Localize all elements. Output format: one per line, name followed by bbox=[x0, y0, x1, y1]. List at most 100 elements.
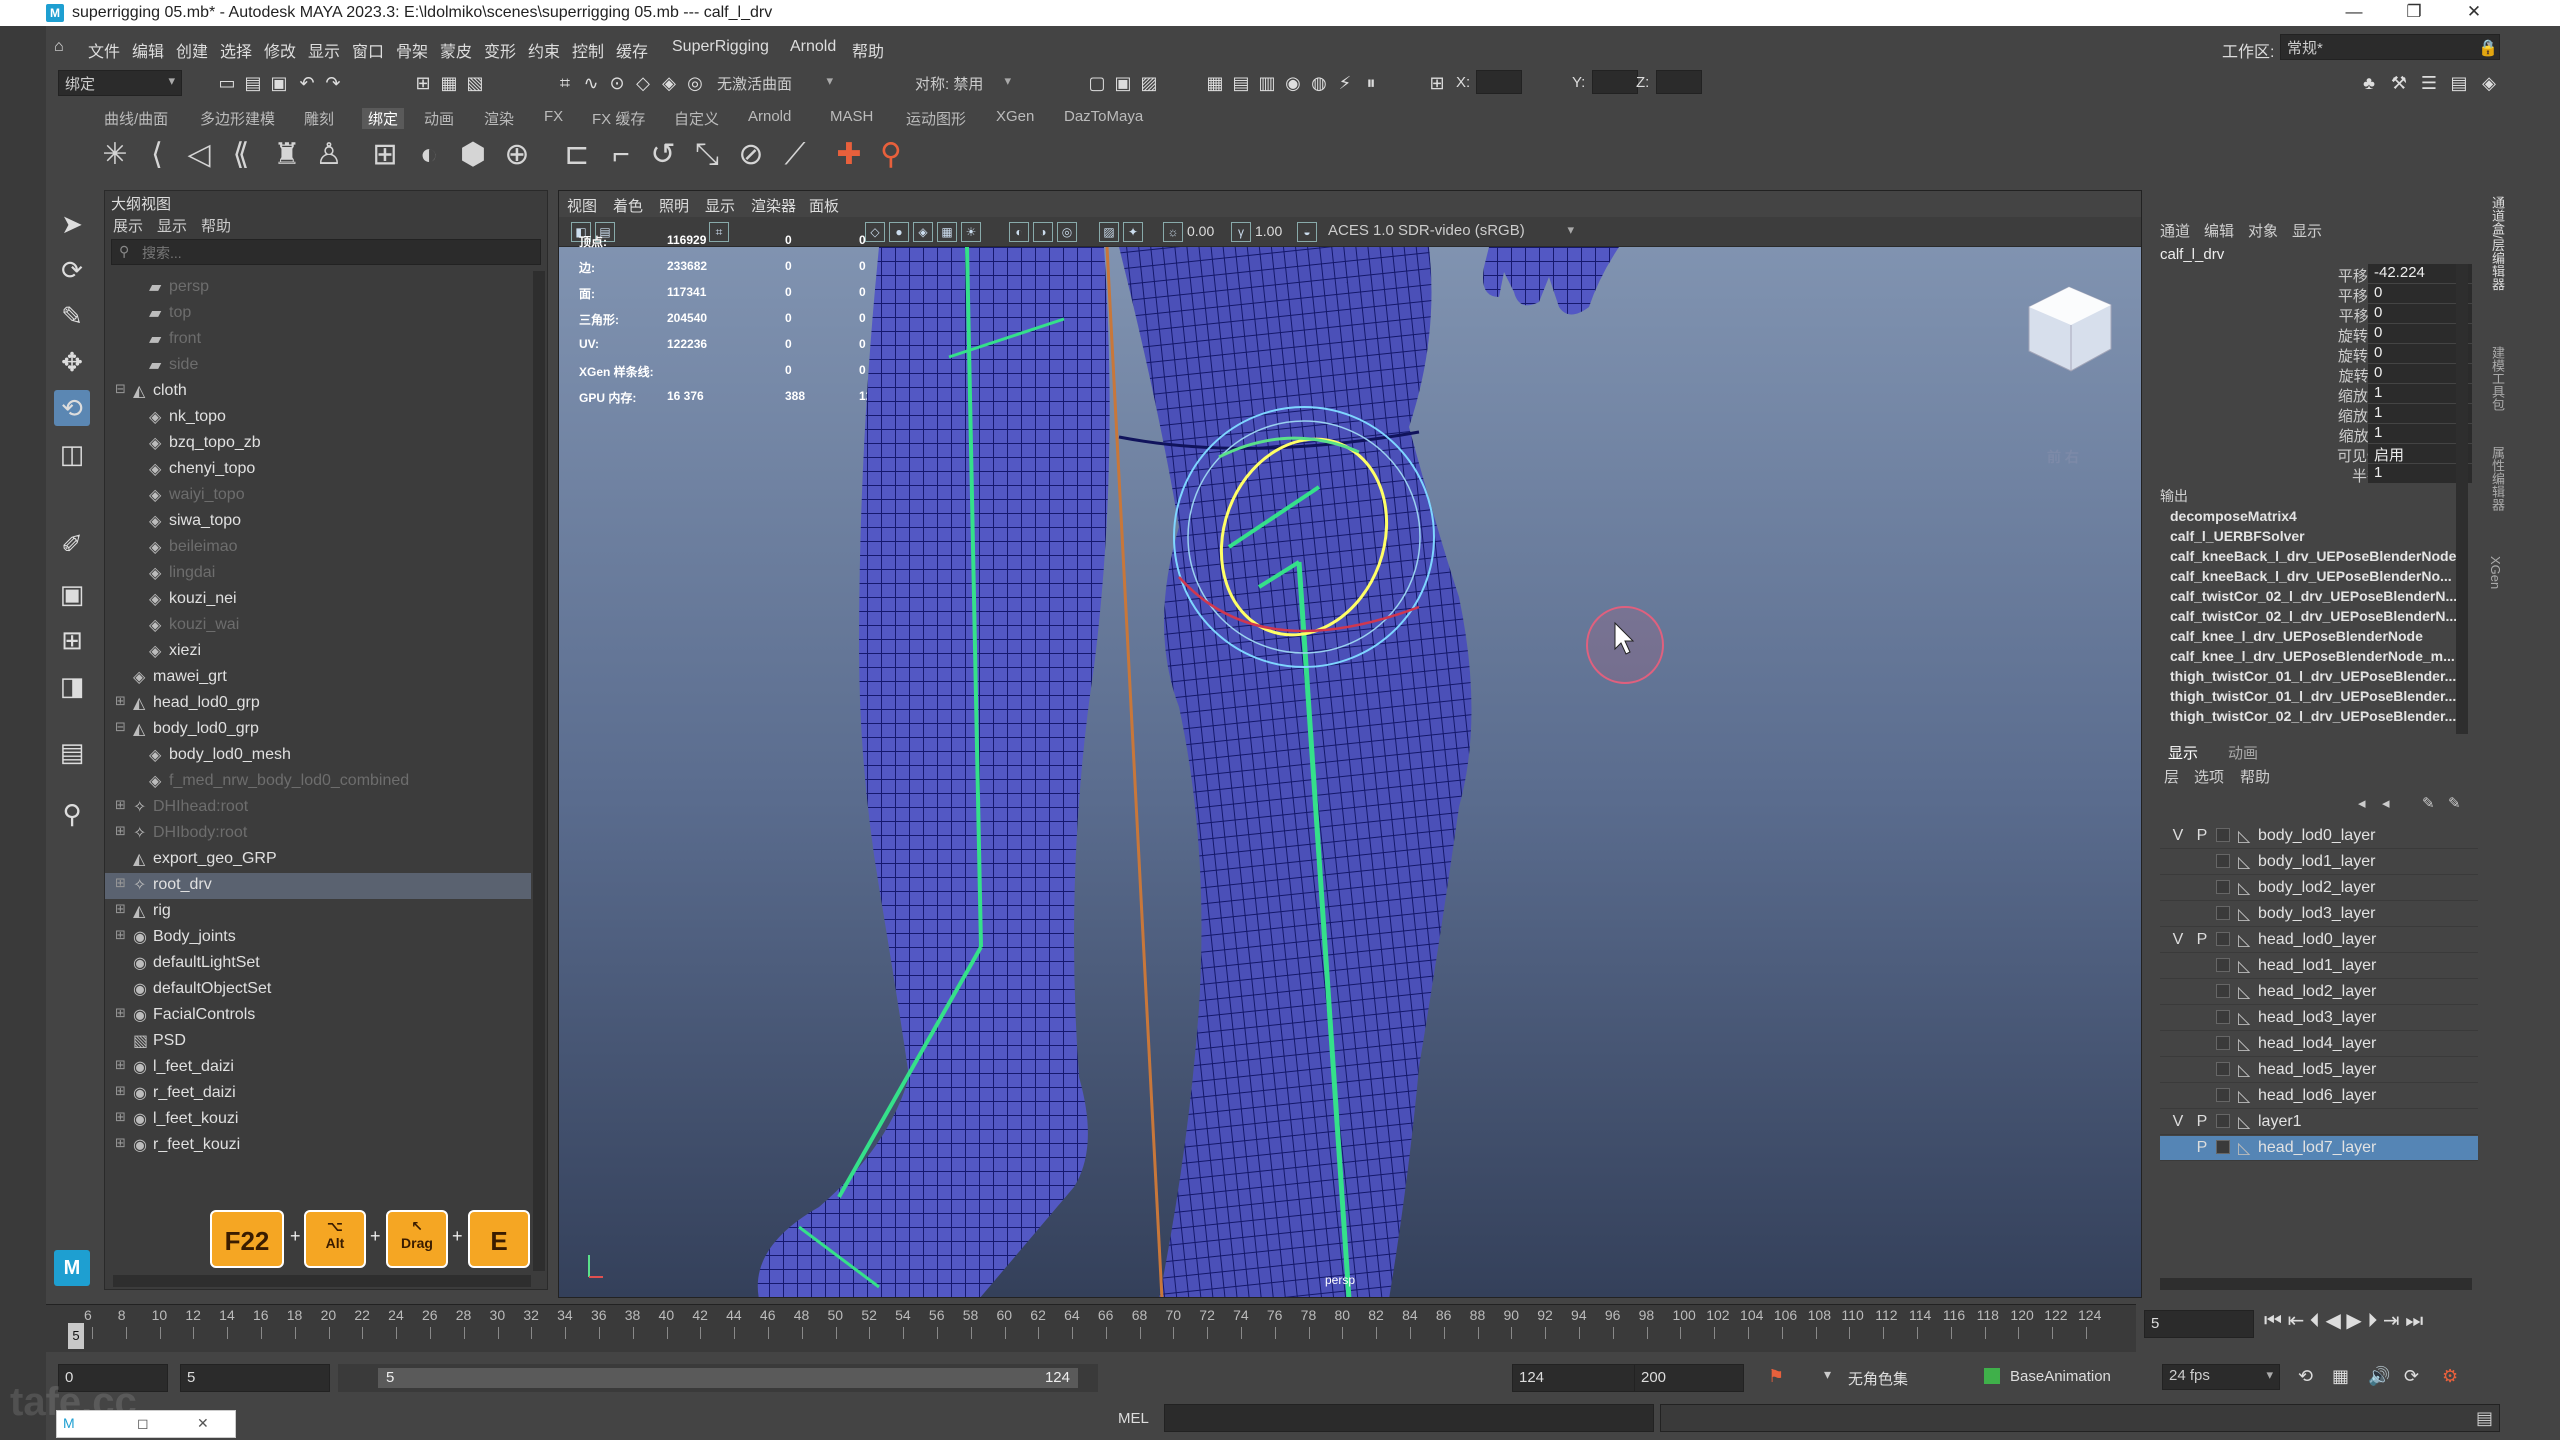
minimized-restore-icon[interactable]: ◻ bbox=[137, 1415, 149, 1432]
menu-cache[interactable]: 缓存 bbox=[616, 38, 648, 62]
loop-icon[interactable]: ⟲ bbox=[2298, 1366, 2313, 1387]
new-layer-icon[interactable]: ✎ bbox=[2422, 794, 2435, 812]
menu-deform[interactable]: 变形 bbox=[484, 38, 516, 62]
cb-output-node[interactable]: calf_knee_l_drv_UEPoseBlenderNode_m... bbox=[2170, 648, 2455, 664]
shelf-tab-sculpt[interactable]: 雕刻 bbox=[304, 108, 334, 129]
outliner-row[interactable]: ◈ nk_topo bbox=[105, 405, 531, 431]
layer-visibility-toggle[interactable]: V bbox=[2170, 931, 2186, 949]
view-cube[interactable] bbox=[2028, 286, 2112, 372]
outliner-row[interactable]: ▰ top bbox=[105, 301, 531, 327]
render-settings-icon[interactable]: ▥ bbox=[1256, 72, 1278, 94]
command-input[interactable] bbox=[1164, 1404, 1654, 1432]
z-field[interactable] bbox=[1656, 70, 1702, 94]
paint-weights-icon[interactable]: ◐ bbox=[410, 136, 448, 174]
cb-attribute-row[interactable]: 平移 Y0 bbox=[2152, 284, 2478, 305]
outliner-row[interactable]: ▰ front bbox=[105, 327, 531, 353]
cb-output-node[interactable]: decomposeMatrix4 bbox=[2170, 508, 2297, 524]
aim-constraint-icon[interactable]: ⊘ bbox=[732, 136, 770, 174]
animation-end-field[interactable]: 200 bbox=[1634, 1364, 1744, 1392]
outliner-scrollbar[interactable] bbox=[533, 271, 545, 1271]
menu-display[interactable]: 显示 bbox=[308, 38, 340, 62]
joint-tool-icon[interactable]: ✳ bbox=[96, 136, 134, 174]
outliner-row[interactable]: ⊞ ◉ r_feet_kouzi bbox=[105, 1133, 531, 1159]
anim-prefs-icon[interactable]: ⟳ bbox=[2404, 1366, 2419, 1387]
undo-icon[interactable]: ↶ bbox=[296, 72, 318, 94]
play-forward-icon[interactable]: ▶ bbox=[2346, 1310, 2361, 1332]
outliner-row[interactable]: ⊞ ◭ rig bbox=[105, 899, 531, 925]
range-slider-handle[interactable]: 5 124 bbox=[378, 1368, 1078, 1388]
lock-icon[interactable]: 🔒 bbox=[2478, 38, 2498, 58]
snap-live-icon[interactable]: ◎ bbox=[684, 72, 706, 94]
shelf-tab-rendering[interactable]: 渲染 bbox=[484, 108, 514, 129]
sound-icon[interactable]: 🔊 bbox=[2368, 1366, 2390, 1387]
layer-visibility-toggle[interactable]: V bbox=[2170, 1113, 2186, 1131]
side-tab-attribute-editor[interactable]: 属性编辑器 bbox=[2488, 446, 2507, 511]
menu-windows[interactable]: 窗口 bbox=[352, 38, 384, 62]
arnold-render-icon[interactable]: ◍ bbox=[1308, 72, 1330, 94]
search-icon[interactable]: ⚲ bbox=[54, 796, 90, 832]
layer-h-scrollbar[interactable] bbox=[2160, 1278, 2472, 1290]
cb-attribute-row[interactable]: 旋转 Y0 bbox=[2152, 344, 2478, 365]
cb-attribute-row[interactable]: 旋转 X0 bbox=[2152, 324, 2478, 345]
paint-select-icon[interactable]: ✎ bbox=[54, 298, 90, 334]
layer-playback-toggle[interactable]: P bbox=[2194, 1113, 2210, 1131]
move-layer-up-icon[interactable]: ◂ bbox=[2358, 794, 2366, 812]
outliner-search-input[interactable]: 搜索... bbox=[111, 239, 541, 265]
step-back-key-icon[interactable]: ⇤ bbox=[2288, 1310, 2305, 1332]
expand-toggle-icon[interactable]: ⊞ bbox=[115, 797, 126, 813]
hypershade-icon[interactable]: ◉ bbox=[1282, 72, 1304, 94]
layer-row[interactable]: ◺ body_lod3_layer bbox=[2160, 902, 2478, 927]
cb-output-node[interactable]: calf_twistCor_02_l_drv_UEPoseBlenderN... bbox=[2170, 608, 2457, 624]
move-layer-down-icon[interactable]: ◂ bbox=[2382, 794, 2390, 812]
expand-toggle-icon[interactable]: ⊞ bbox=[115, 1135, 126, 1151]
vp-menu-lighting[interactable]: 照明 bbox=[659, 195, 689, 216]
outliner-row[interactable]: ⊞ ◉ r_feet_daizi bbox=[105, 1081, 531, 1107]
menu-file[interactable]: 文件 bbox=[88, 38, 120, 62]
menu-help[interactable]: 帮助 bbox=[852, 38, 884, 62]
render-current-icon[interactable]: ▦ bbox=[1204, 72, 1226, 94]
cb-menu-show[interactable]: 显示 bbox=[2292, 220, 2322, 241]
outliner-row[interactable]: ⊟ ◭ cloth bbox=[105, 379, 531, 405]
cb-output-node[interactable]: thigh_twistCor_02_l_drv_UEPoseBlender... bbox=[2170, 708, 2456, 724]
outliner-row[interactable]: ⊞ ◉ l_feet_daizi bbox=[105, 1055, 531, 1081]
cache-icon[interactable]: ▦ bbox=[2332, 1366, 2349, 1387]
cb-attribute-row[interactable]: 缩放 Y1 bbox=[2152, 404, 2478, 425]
layer-row[interactable]: ◺ head_lod3_layer bbox=[2160, 1006, 2478, 1031]
layer-row[interactable]: V P ◺ head_lod0_layer bbox=[2160, 928, 2478, 953]
outliner-row[interactable]: ◈ kouzi_wai bbox=[105, 613, 531, 639]
outliner-row[interactable]: ◈ siwa_topo bbox=[105, 509, 531, 535]
select-tool-icon[interactable]: ➤ bbox=[54, 206, 90, 242]
layer-playback-toggle[interactable]: P bbox=[2194, 827, 2210, 845]
side-tab-channel-box[interactable]: 通道盒/层编辑器 bbox=[2488, 196, 2507, 291]
layer-color-swatch[interactable] bbox=[2216, 932, 2230, 946]
shelf-tab-custom[interactable]: 自定义 bbox=[674, 108, 719, 129]
snap-grid-icon[interactable]: ⌗ bbox=[554, 72, 576, 94]
arnold-ipr-icon[interactable]: ⚡ bbox=[1334, 72, 1356, 94]
snap-point-icon[interactable]: ⊙ bbox=[606, 72, 628, 94]
current-frame-field[interactable]: 5 bbox=[2144, 1310, 2254, 1338]
snap-plane-icon[interactable]: ◇ bbox=[632, 72, 654, 94]
x-field[interactable] bbox=[1476, 70, 1522, 94]
character-set-dropdown[interactable]: 无角色集 bbox=[1848, 1368, 1908, 1389]
layer-color-swatch[interactable] bbox=[2216, 880, 2230, 894]
new-scene-icon[interactable]: ▭ bbox=[216, 72, 238, 94]
layer-row[interactable]: ◺ head_lod2_layer bbox=[2160, 980, 2478, 1005]
outliner-row[interactable]: ⊟ ◭ body_lod0_grp bbox=[105, 717, 531, 743]
new-layer-selected-icon[interactable]: ✎ bbox=[2448, 794, 2461, 812]
select-object-icon[interactable]: ▦ bbox=[438, 72, 460, 94]
layer-row[interactable]: ◺ body_lod2_layer bbox=[2160, 876, 2478, 901]
cb-output-node[interactable]: calf_kneeBack_l_drv_UEPoseBlenderNo... bbox=[2170, 568, 2452, 584]
shelf-tab-polygon[interactable]: 多边形建模 bbox=[200, 108, 275, 129]
point-constraint-icon[interactable]: ⌐ bbox=[602, 136, 640, 174]
xray-joints-icon[interactable]: ✦ bbox=[1123, 222, 1143, 242]
expand-toggle-icon[interactable]: ⊞ bbox=[115, 823, 126, 839]
color-space-dropdown[interactable]: ACES 1.0 SDR-video (sRGB) bbox=[1321, 219, 1581, 243]
outliner-row[interactable]: ◈ kouzi_nei bbox=[105, 587, 531, 613]
go-to-end-icon[interactable]: ⏭ bbox=[2405, 1310, 2423, 1332]
layer-color-swatch[interactable] bbox=[2216, 984, 2230, 998]
exposure-icon[interactable]: ☼ bbox=[1163, 222, 1183, 242]
time-slider[interactable]: 6 8 10 12 14 16 18 20 22 24 26 28 30 32 34 36 38 40 42 44 46… bbox=[46, 1304, 2136, 1352]
tool-settings-icon[interactable]: ▤ bbox=[2448, 72, 2470, 94]
outliner-layout-icon[interactable]: ▤ bbox=[54, 734, 90, 770]
expand-toggle-icon[interactable]: ⊞ bbox=[115, 1109, 126, 1125]
